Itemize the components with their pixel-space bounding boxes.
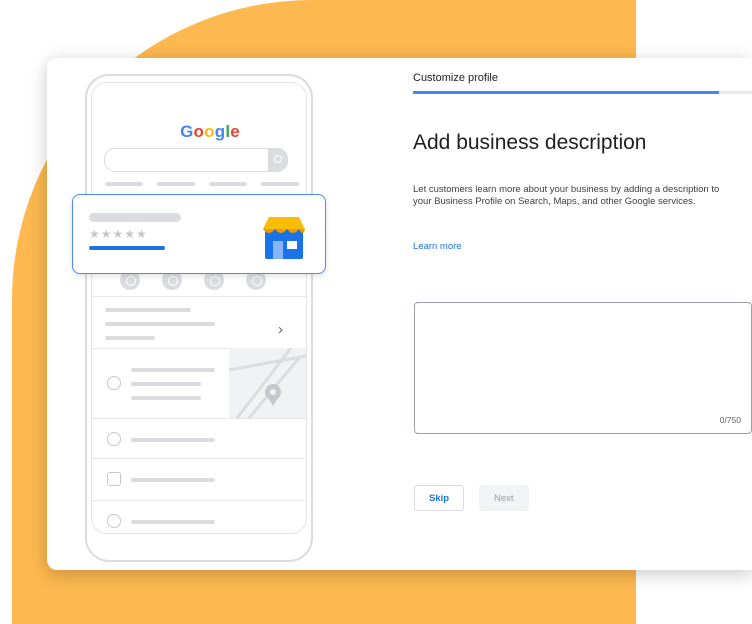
- clock-icon: [107, 432, 121, 446]
- location-pin-icon: [107, 376, 121, 390]
- learn-more-link[interactable]: Learn more: [413, 241, 462, 252]
- storefront-icon: [263, 217, 305, 259]
- placeholder-line: [131, 396, 201, 400]
- placeholder-line: [131, 382, 201, 386]
- search-icon: [268, 148, 288, 172]
- placeholder-line: [105, 322, 215, 326]
- business-name-placeholder: [89, 213, 181, 222]
- next-button[interactable]: Next: [479, 485, 529, 511]
- placeholder-line: [131, 478, 215, 482]
- divider: [91, 296, 307, 297]
- divider: [91, 500, 307, 501]
- google-logo: Google: [180, 122, 240, 141]
- placeholder-line: [157, 182, 195, 186]
- divider: [91, 458, 307, 459]
- highlight-line: [89, 246, 165, 250]
- map-thumbnail: [229, 348, 306, 418]
- progress-bar: [413, 91, 752, 94]
- business-card-illustration: ★★★★★: [72, 194, 326, 274]
- step-breadcrumb: Customize profile: [413, 72, 498, 84]
- placeholder-line: [105, 336, 155, 340]
- description-text: Let customers learn more about your busi…: [413, 184, 720, 207]
- placeholder-line: [261, 182, 299, 186]
- phone-search-bar: [104, 148, 288, 172]
- phone-icon: [107, 472, 121, 486]
- placeholder-line: [131, 520, 215, 524]
- globe-icon: [107, 514, 121, 528]
- chevron-right-icon: ›: [278, 321, 283, 338]
- page-title: Add business description: [413, 131, 647, 154]
- placeholder-line: [209, 182, 247, 186]
- placeholder-line: [131, 438, 215, 442]
- progress-fill: [413, 91, 719, 94]
- setup-card: Google › ★★★★★ Customize profile Add bus…: [47, 58, 752, 570]
- divider: [91, 418, 307, 419]
- rating-stars: ★★★★★: [89, 227, 148, 241]
- placeholder-line: [105, 308, 191, 312]
- character-counter: 0/750: [719, 415, 741, 425]
- placeholder-line: [131, 368, 215, 372]
- skip-button[interactable]: Skip: [414, 485, 465, 511]
- business-description-input[interactable]: 0/750: [414, 302, 752, 434]
- placeholder-line: [105, 182, 143, 186]
